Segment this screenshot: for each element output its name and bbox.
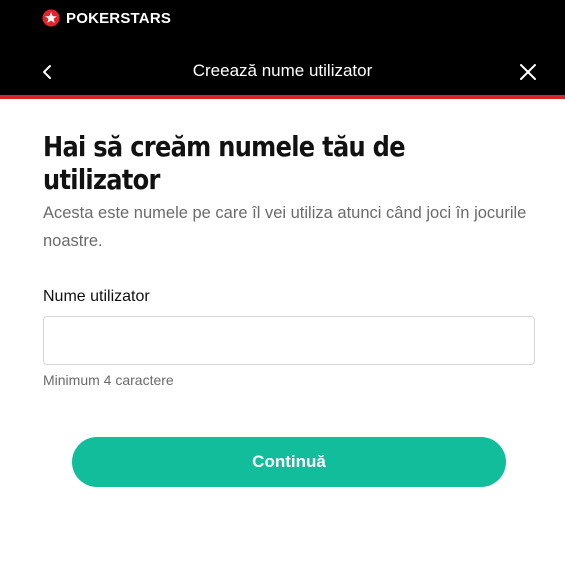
top-bar: POKERSTARS Creează nume utilizator (0, 0, 565, 99)
main-heading: Hai să creăm numele tău de utilizator (43, 130, 406, 196)
main-content: Hai să creăm numele tău de utilizator Ac… (43, 130, 535, 255)
subtitle-text: Acesta este numele pe care îl vei utiliz… (43, 204, 527, 250)
header-accent-line (0, 95, 565, 99)
brand-name: POKERSTARS (66, 9, 172, 27)
brand-logo[interactable]: POKERSTARS (42, 8, 171, 28)
star-logo-icon (42, 9, 60, 27)
continue-button[interactable]: Continuă (72, 437, 506, 487)
nav-row: Creează nume utilizator (0, 48, 565, 96)
username-hint: Minimum 4 caractere (43, 372, 174, 388)
close-icon[interactable] (516, 60, 540, 84)
username-input[interactable] (43, 316, 535, 365)
page-title: Creează nume utilizator (192, 61, 373, 80)
chevron-left-icon[interactable] (36, 60, 60, 84)
username-label: Nume utilizator (43, 288, 150, 305)
